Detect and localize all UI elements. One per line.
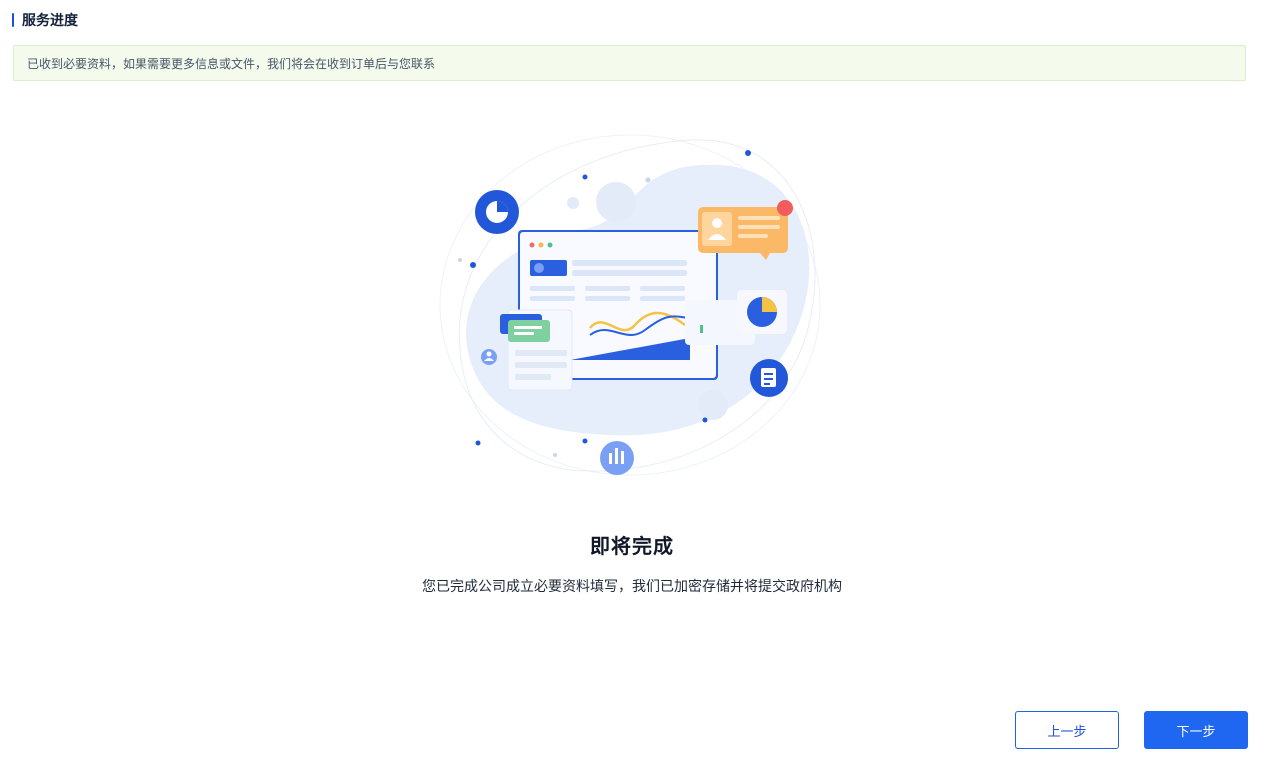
next-step-button[interactable]: 下一步 [1144,711,1248,749]
page: 服务进度 已收到必要资料，如果需要更多信息或文件，我们将会在收到订单后与您联系 [0,0,1264,775]
section-title: 服务进度 [22,13,78,29]
section-accent-bar [12,13,14,27]
status-description: 您已完成公司成立必要资料填写，我们已加密存储并将提交政府机构 [422,579,842,595]
section-header: 服务进度 [12,10,78,30]
user-icon [481,349,497,365]
info-notice: 已收到必要资料，如果需要更多信息或文件，我们将会在收到订单后与您联系 [13,45,1246,81]
prev-step-button[interactable]: 上一步 [1015,711,1119,749]
info-notice-text: 已收到必要资料，如果需要更多信息或文件，我们将会在收到订单后与您联系 [27,56,436,71]
notification-dot [777,200,793,216]
progress-illustration [439,134,821,476]
status-title: 即将完成 [590,534,674,558]
